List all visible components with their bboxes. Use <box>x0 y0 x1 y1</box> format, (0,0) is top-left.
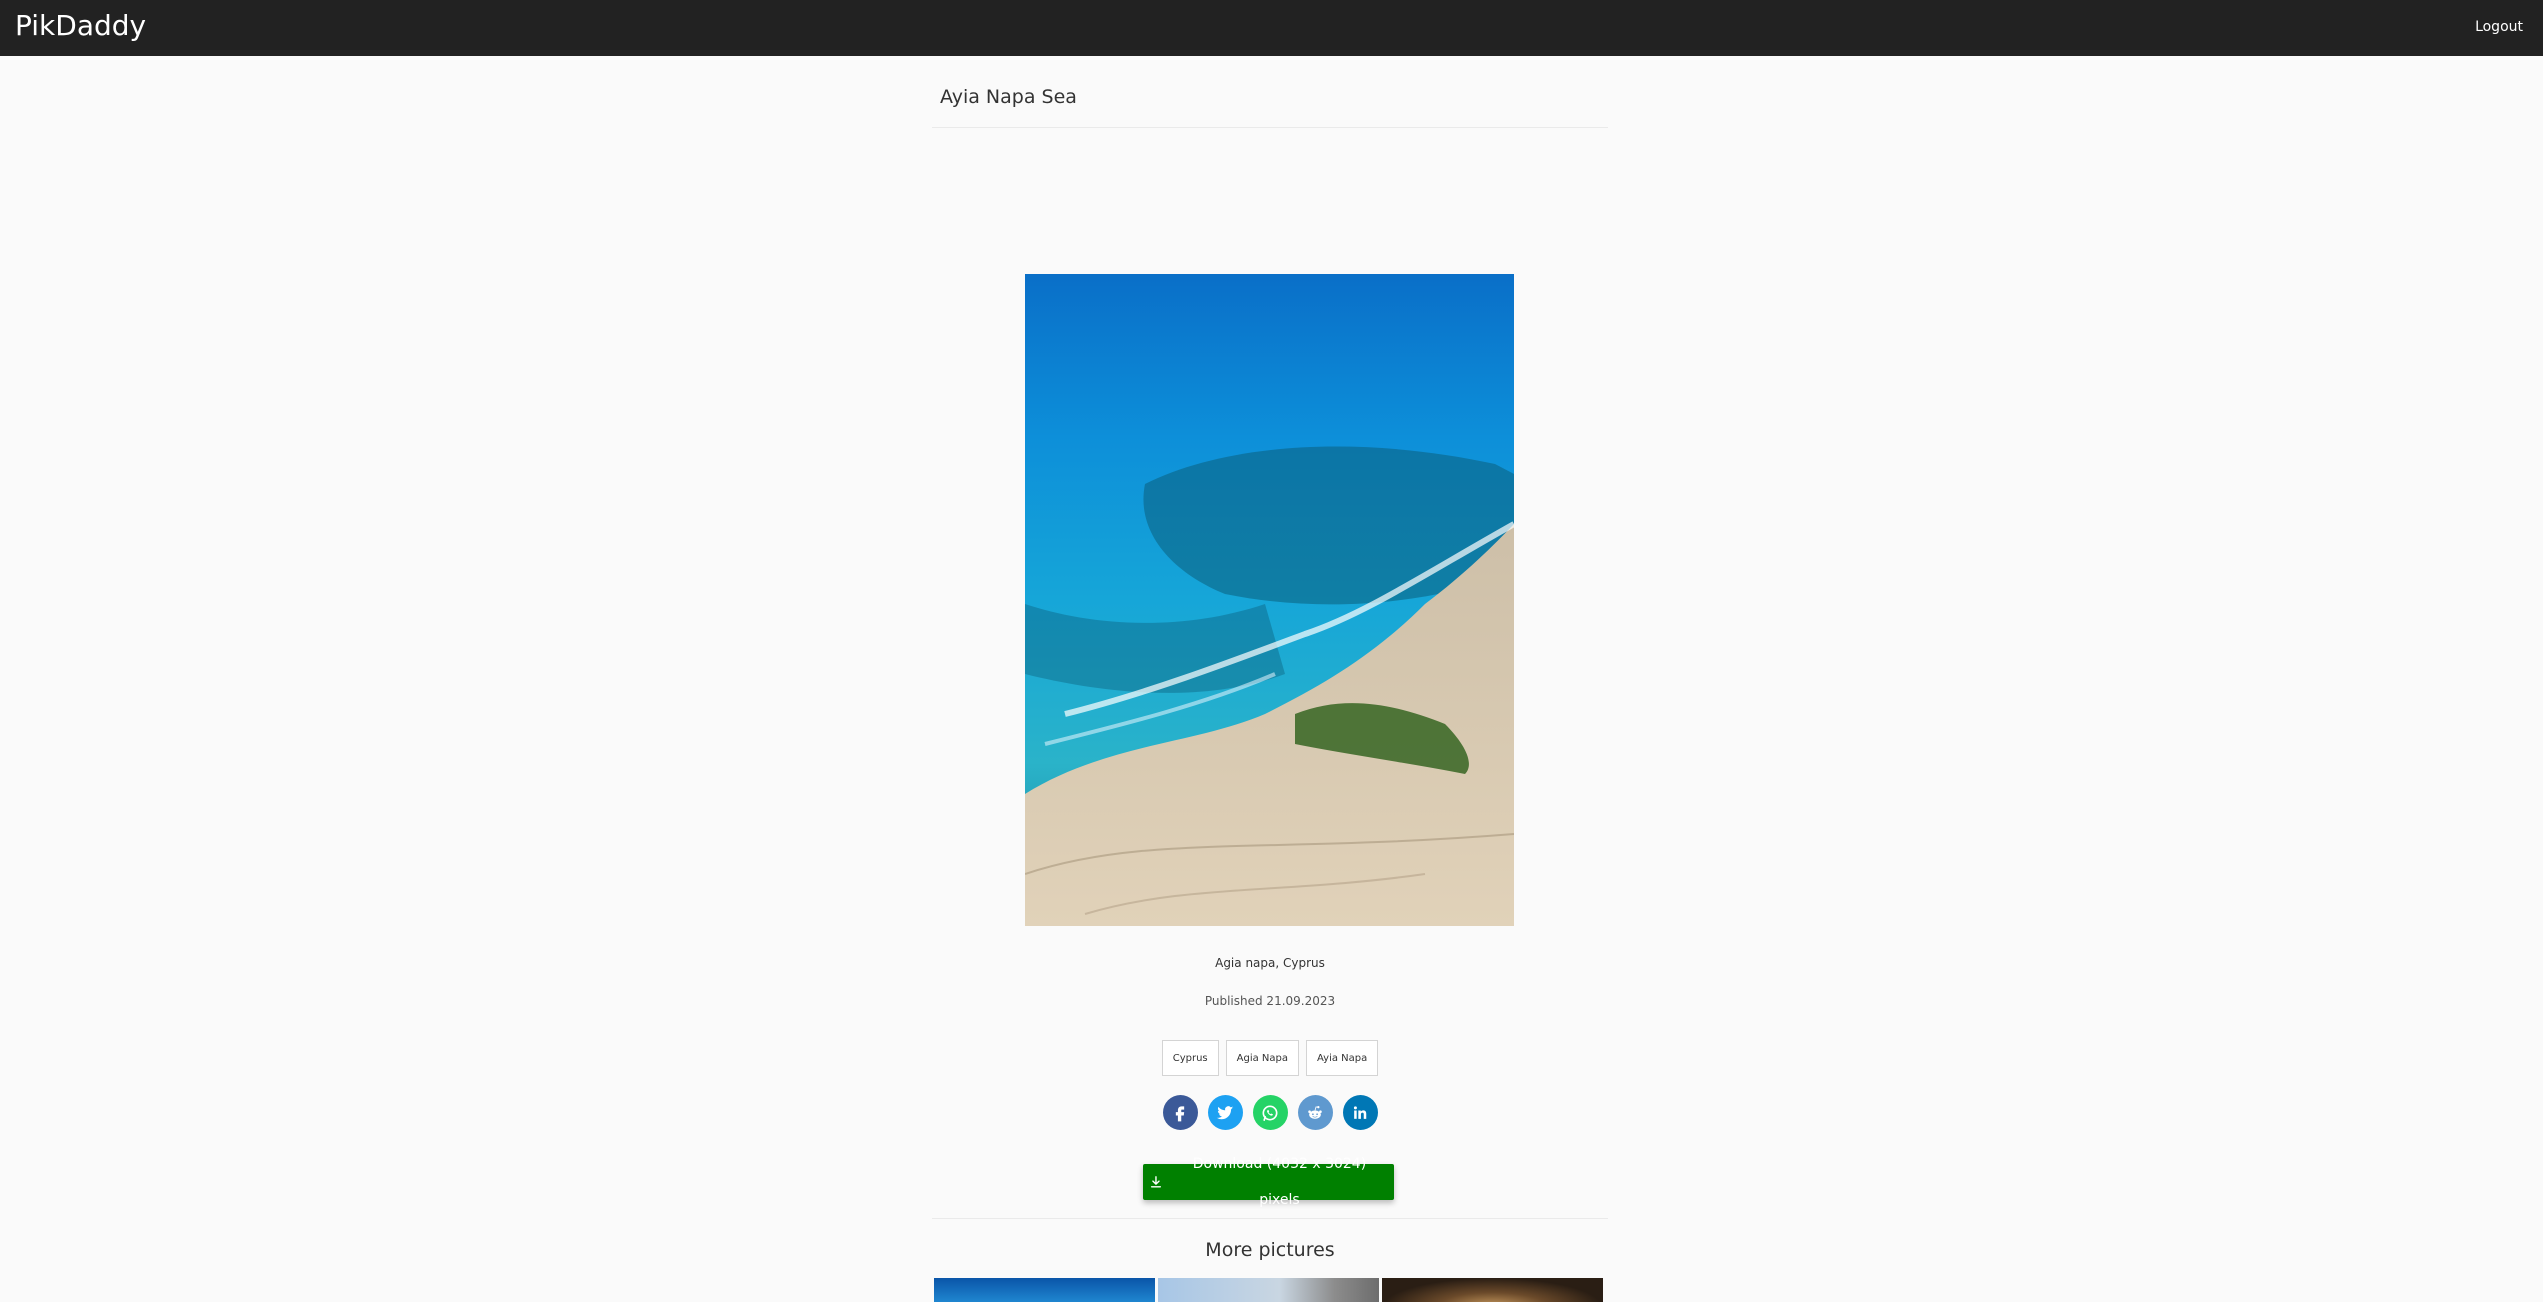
tag-agia-napa[interactable]: Agia Napa <box>1225 1040 1300 1076</box>
share-whatsapp-button[interactable] <box>1252 1095 1288 1130</box>
published-date: Published 21.09.2023 <box>1204 994 1336 1008</box>
more-pictures-grid <box>934 1278 1604 1302</box>
brand-logo-link[interactable]: PikDaddy <box>15 8 146 44</box>
thumbnail-3[interactable] <box>1382 1278 1603 1302</box>
share-reddit-button[interactable] <box>1297 1095 1333 1130</box>
share-linkedin-button[interactable] <box>1342 1095 1378 1130</box>
tag-ayia-napa[interactable]: Ayia Napa <box>1306 1040 1379 1076</box>
main-photo[interactable] <box>1025 274 1514 926</box>
share-twitter-button[interactable] <box>1207 1095 1243 1130</box>
tag-cyprus[interactable]: Cyprus <box>1161 1040 1219 1076</box>
download-button[interactable]: Download (4032 x 3024) pixels <box>1143 1156 1394 1208</box>
download-label: Download (4032 x 3024) pixels <box>1192 1156 1367 1208</box>
logout-link[interactable]: Logout <box>2475 17 2523 37</box>
photo-image <box>1025 274 1514 926</box>
reddit-icon <box>1308 1105 1322 1119</box>
more-divider <box>932 1218 1608 1219</box>
page-title: Ayia Napa Sea <box>940 86 1077 108</box>
photo-location: Agia napa, Cyprus <box>1215 956 1325 970</box>
title-divider <box>932 127 1608 128</box>
thumbnail-2[interactable] <box>1158 1278 1379 1302</box>
linkedin-icon <box>1353 1105 1367 1119</box>
twitter-icon <box>1216 1105 1234 1119</box>
share-facebook-button[interactable] <box>1162 1095 1198 1130</box>
facebook-icon <box>1175 1105 1185 1121</box>
more-pictures-heading: More pictures <box>1205 1239 1335 1261</box>
thumbnail-1[interactable] <box>934 1278 1155 1302</box>
whatsapp-icon <box>1262 1105 1278 1121</box>
share-buttons <box>932 1095 1608 1130</box>
tag-list: Cyprus Agia Napa Ayia Napa <box>932 1040 1608 1076</box>
download-icon <box>1150 1176 1162 1188</box>
top-navbar: PikDaddy Logout <box>0 0 2543 56</box>
